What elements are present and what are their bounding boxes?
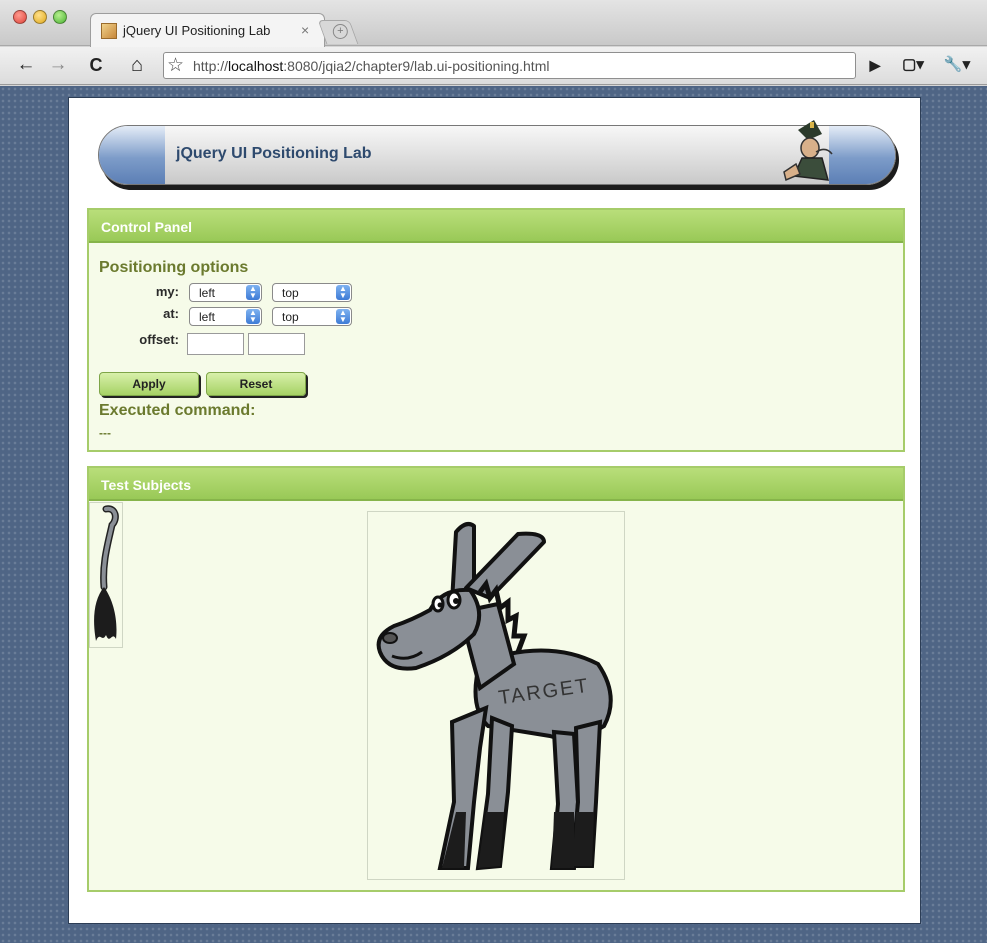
offset-label: offset: — [139, 332, 179, 347]
url-host: localhost — [228, 58, 284, 74]
minimize-window-button[interactable] — [33, 10, 47, 24]
test-subjects-header: Test Subjects — [89, 468, 903, 501]
wrench-menu-button[interactable]: 🔧▾ — [937, 53, 977, 77]
reload-button[interactable]: C — [86, 53, 106, 77]
at-horizontal-value: left — [199, 310, 216, 324]
offset-y-input[interactable] — [248, 333, 305, 355]
test-subjects-title: Test Subjects — [101, 477, 191, 493]
close-window-button[interactable] — [13, 10, 27, 24]
tail-subject[interactable] — [89, 502, 123, 648]
at-vertical-select[interactable]: top ▲ ▼ — [272, 307, 352, 326]
at-horizontal-select[interactable]: left ▲ ▼ — [189, 307, 262, 326]
apply-button[interactable]: Apply — [99, 372, 199, 396]
executed-command-value: --- — [99, 426, 111, 440]
select-arrows-icon: ▲ ▼ — [336, 285, 350, 300]
play-icon[interactable]: ▶ — [866, 53, 884, 77]
my-horizontal-value: left — [199, 286, 216, 300]
at-vertical-value: top — [282, 310, 299, 324]
my-label: my: — [155, 284, 179, 299]
donkey-tail-icon — [94, 505, 119, 641]
browser-tab[interactable]: jQuery UI Positioning Lab × — [90, 13, 325, 47]
tab-title: jQuery UI Positioning Lab — [123, 23, 271, 38]
mascot-icon — [783, 120, 833, 182]
back-button[interactable]: ← — [14, 53, 38, 77]
donkey-target-image: TARGET — [376, 522, 613, 871]
target-subject[interactable]: TARGET — [367, 511, 625, 880]
url-text[interactable]: http://localhost:8080/jqia2/chapter9/lab… — [193, 58, 549, 74]
my-vertical-select[interactable]: top ▲ ▼ — [272, 283, 352, 302]
control-panel-header: Control Panel — [89, 210, 903, 243]
browser-titlebar: jQuery UI Positioning Lab × + — [0, 0, 987, 47]
home-button[interactable]: ⌂ — [125, 53, 149, 77]
control-panel-title: Control Panel — [101, 219, 193, 235]
my-vertical-value: top — [282, 286, 299, 300]
favicon-icon — [101, 23, 117, 39]
at-label: at: — [163, 306, 179, 321]
select-arrows-icon: ▲ ▼ — [246, 285, 260, 300]
select-arrows-icon: ▲ ▼ — [246, 309, 260, 324]
url-scheme: http:// — [193, 58, 229, 74]
executed-command-heading: Executed command: — [99, 402, 256, 419]
offset-x-input[interactable] — [187, 333, 244, 355]
forward-button[interactable]: → — [46, 53, 70, 77]
zoom-window-button[interactable] — [53, 10, 67, 24]
reset-button[interactable]: Reset — [206, 372, 306, 396]
positioning-options-heading: Positioning options — [99, 259, 249, 276]
bookmark-star-icon[interactable]: ☆ — [167, 54, 184, 77]
browser-toolbar: ← → C ⌂ ☆ http://localhost:8080/jqia2/ch… — [0, 47, 987, 85]
address-bar[interactable]: ☆ http://localhost:8080/jqia2/chapter9/l… — [163, 52, 856, 79]
url-path: :8080/jqia2/chapter9/lab.ui-positioning.… — [283, 58, 550, 74]
my-horizontal-select[interactable]: left ▲ ▼ — [189, 283, 262, 302]
select-arrows-icon: ▲ ▼ — [336, 309, 350, 324]
page-title: jQuery UI Positioning Lab — [176, 145, 372, 162]
page-menu-button[interactable]: ▢▾ — [896, 53, 930, 77]
new-tab-icon: + — [332, 24, 348, 39]
banner-cap-left — [99, 126, 165, 184]
tab-close-icon[interactable]: × — [301, 22, 309, 38]
